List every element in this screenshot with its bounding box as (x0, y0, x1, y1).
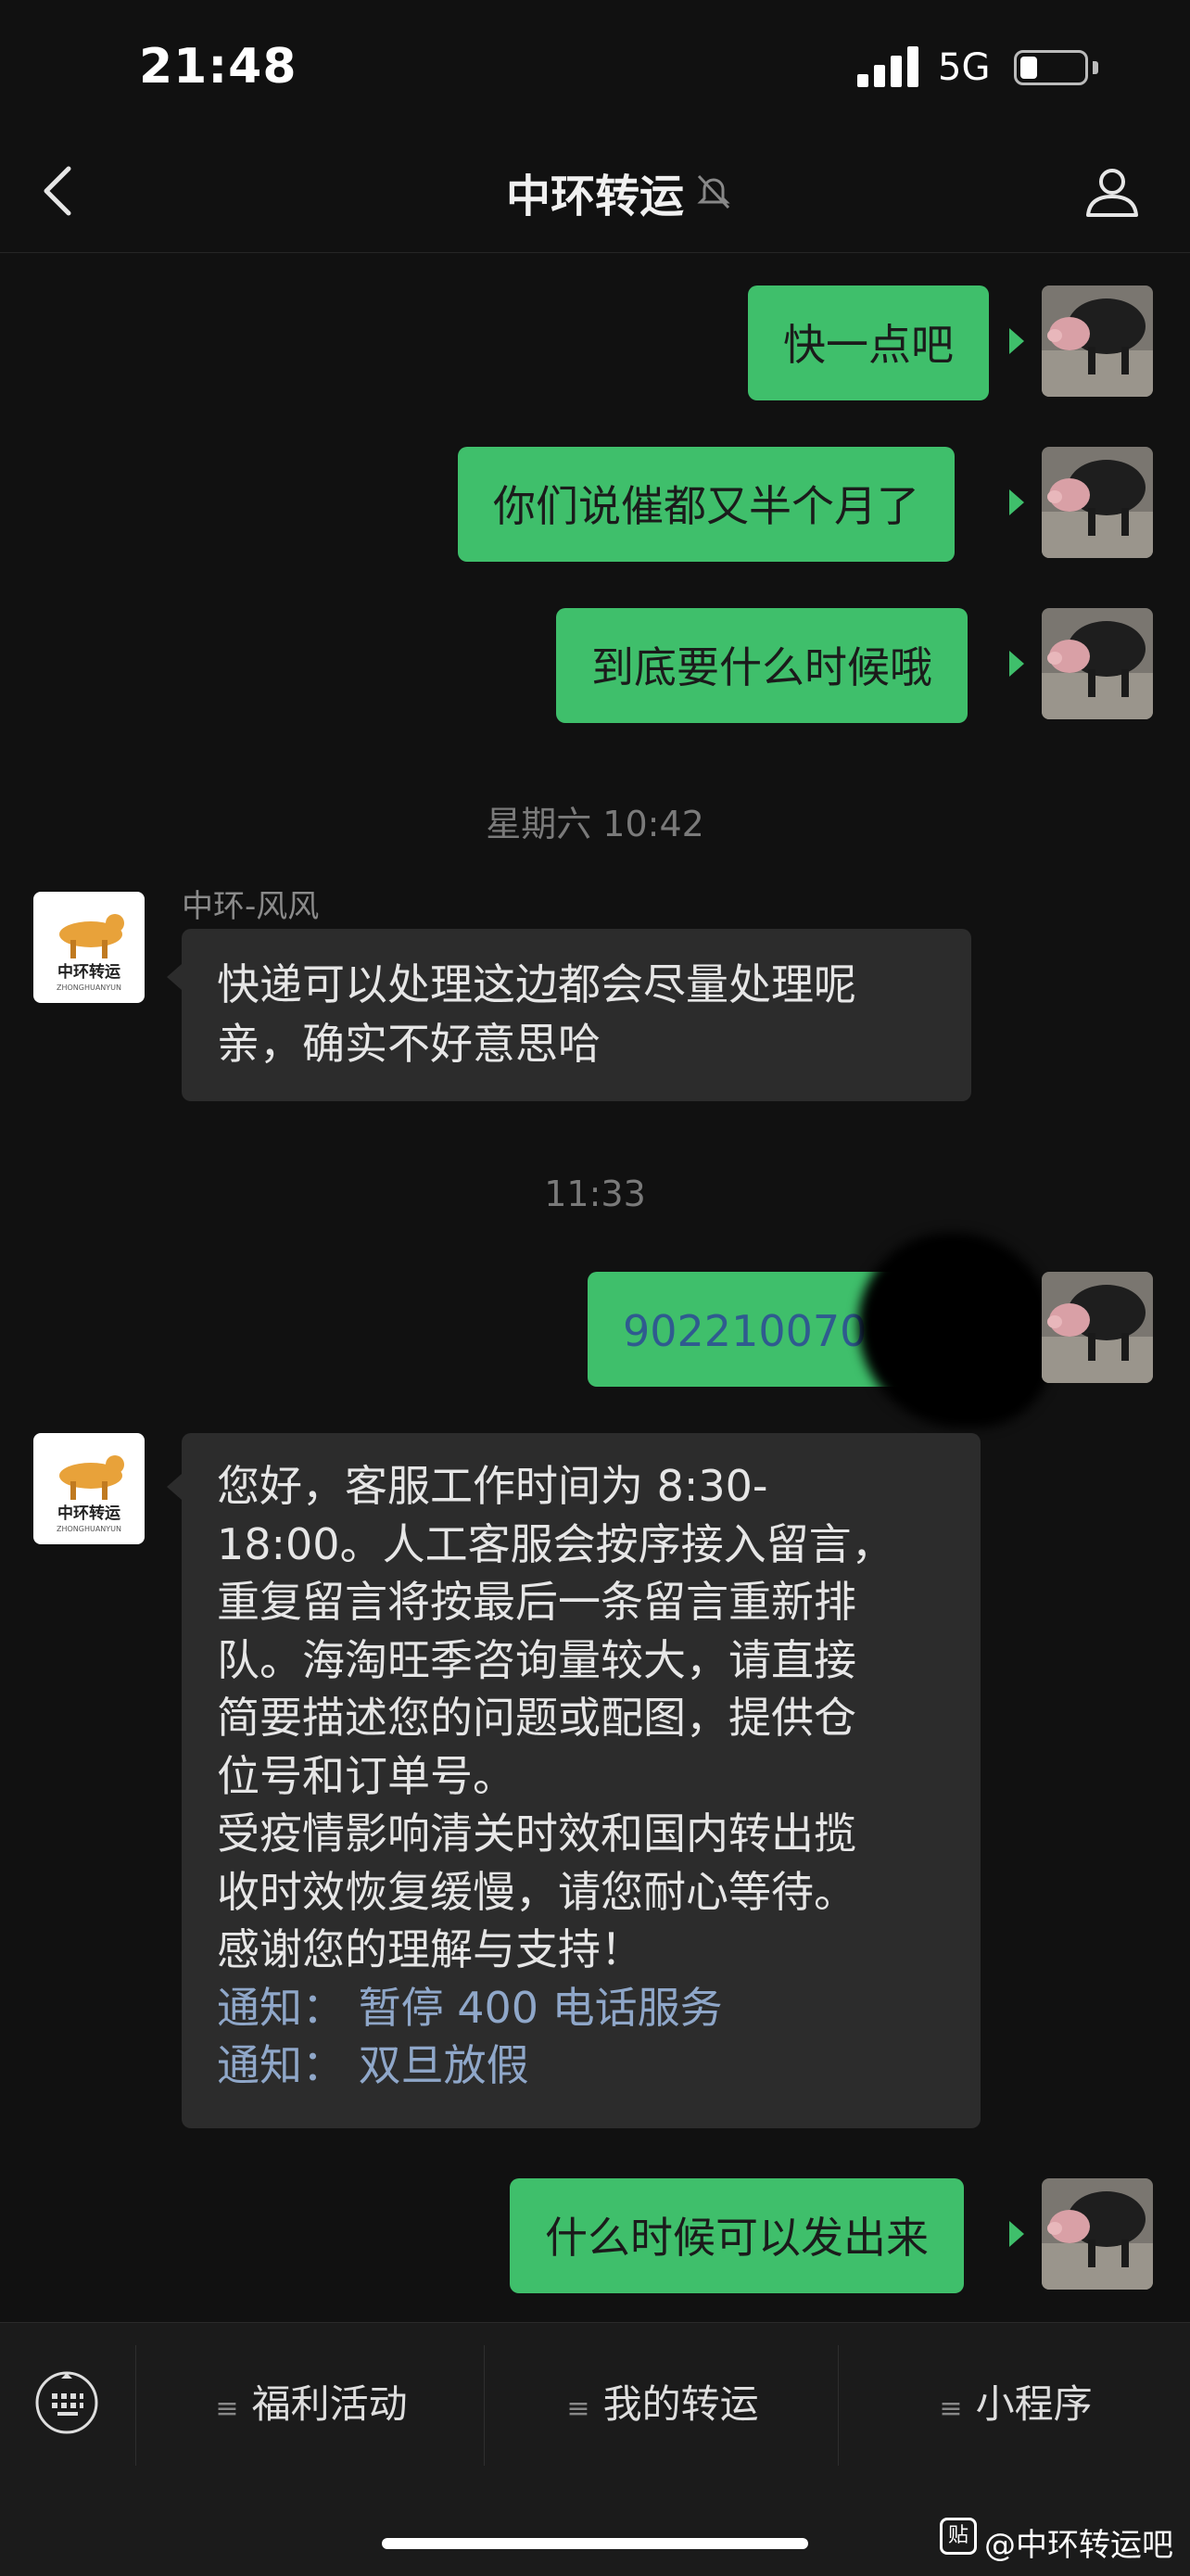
user-profile-icon[interactable] (1082, 161, 1142, 221)
pig-avatar[interactable] (1042, 2178, 1153, 2290)
message-line: 18:00。人工客服会按序接入留言， (217, 1518, 894, 1569)
chat-title-text: 中环转运 (505, 171, 684, 222)
home-indicator[interactable] (382, 2538, 808, 2549)
pig-avatar[interactable] (1042, 286, 1153, 397)
pig-avatar[interactable] (1042, 1272, 1153, 1383)
message-text: 你们说催都又半个月了 (493, 481, 919, 531)
menu-my-transfers[interactable]: ≡ 我的转运 (487, 2373, 838, 2430)
shop-logo-avatar[interactable]: 中环转运 ZHONGHUANYUN (33, 1433, 145, 1544)
watermark-text: @中环转运吧 (984, 2527, 1173, 2564)
mute-bell-icon (697, 174, 730, 209)
pig-avatar[interactable] (1042, 447, 1153, 558)
message-line: 您好，客服工作时间为 8:30- (217, 1461, 768, 1511)
bubble-tail (1009, 328, 1024, 354)
chat-timestamp: 11:33 (544, 1174, 646, 1214)
menu-welfare-activities[interactable]: ≡ 福利活动 (139, 2373, 484, 2430)
menu-label: 小程序 (975, 2381, 1093, 2427)
notice-link-holiday[interactable]: 通知： 双旦放假 (217, 2037, 945, 2095)
tieba-icon: 贴 (940, 2518, 977, 2555)
menu-label: 福利活动 (251, 2381, 408, 2427)
message-bubble-outgoing[interactable]: 到底要什么时候哦 (556, 608, 968, 723)
menu-list-icon: ≡ (939, 2392, 963, 2425)
pig-avatar[interactable] (1042, 608, 1153, 719)
bubble-tail (1009, 2221, 1024, 2247)
message-line: 亲，确实不好意思哈 (217, 1019, 601, 1069)
horse-logo-icon: 中环转运 ZHONGHUANYUN (57, 1455, 124, 1533)
logo-subtext: ZHONGHUANYUN (57, 983, 121, 992)
message-text: 什么时候可以发出来 (545, 2213, 929, 2263)
redaction-scribble (858, 1233, 1053, 1428)
bubble-tail (1009, 651, 1024, 677)
message-text: 到底要什么时候哦 (591, 642, 932, 692)
network-type: 5G (938, 46, 991, 89)
message-line: 简要描述您的问题或配图，提供仓 (217, 1693, 856, 1743)
message-line: 位号和订单号。 (217, 1750, 515, 1801)
message-line: 快递可以处理这边都会尽量处理呢 (217, 959, 856, 1009)
message-text: 快一点吧 (783, 320, 954, 370)
bubble-tail (167, 1474, 182, 1500)
message-bubble-incoming[interactable]: 您好，客服工作时间为 8:30- 18:00。人工客服会按序接入留言， 重复留言… (182, 1433, 981, 2128)
menu-divider (484, 2345, 485, 2466)
message-line: 队。海淘旺季咨询量较大，请直接 (217, 1634, 856, 1685)
menu-label: 我的转运 (602, 2381, 759, 2427)
message-bubble-outgoing[interactable]: 你们说催都又半个月了 (458, 447, 955, 562)
shop-logo-avatar[interactable]: 中环转运 ZHONGHUANYUN (33, 892, 145, 1003)
message-bubble-incoming[interactable]: 快递可以处理这边都会尽量处理呢 亲，确实不好意思哈 (182, 929, 971, 1101)
notice-link-phone-service[interactable]: 通知： 暂停 400 电话服务 (217, 1979, 945, 2037)
logo-subtext: ZHONGHUANYUN (57, 1525, 121, 1533)
menu-divider (838, 2345, 839, 2466)
message-line: 受疫情影响清关时效和国内转出揽 (217, 1808, 856, 1859)
chat-title: 中环转运 (0, 159, 1190, 224)
battery-tip (1093, 61, 1098, 74)
logo-text: 中环转运 (57, 962, 120, 982)
status-time: 21:48 (139, 39, 298, 95)
signal-icon (857, 44, 920, 87)
bubble-tail (1009, 489, 1024, 515)
menu-list-icon: ≡ (215, 2392, 239, 2425)
keyboard-toggle-icon[interactable] (33, 2369, 100, 2436)
message-line: 收时效恢复缓慢，请您耐心等待。 (217, 1866, 856, 1917)
menu-mini-program[interactable]: ≡ 小程序 (842, 2373, 1190, 2430)
battery-icon (1014, 50, 1088, 85)
message-bubble-outgoing[interactable]: 什么时候可以发出来 (510, 2178, 964, 2293)
bubble-tail (167, 964, 182, 990)
menu-divider (135, 2345, 136, 2466)
tracking-number-link[interactable]: 902210070 (623, 1306, 867, 1356)
sender-name: 中环-风风 (182, 888, 320, 925)
message-bubble-outgoing[interactable]: 快一点吧 (748, 286, 989, 400)
logo-text: 中环转运 (57, 1504, 120, 1523)
horse-logo-icon: 中环转运 ZHONGHUANYUN (57, 914, 124, 992)
menu-list-icon: ≡ (566, 2392, 590, 2425)
chat-timestamp: 星期六 10:42 (486, 804, 704, 844)
message-line: 感谢您的理解与支持！ (217, 1924, 643, 1974)
message-line: 重复留言将按最后一条留言重新排 (217, 1577, 856, 1627)
